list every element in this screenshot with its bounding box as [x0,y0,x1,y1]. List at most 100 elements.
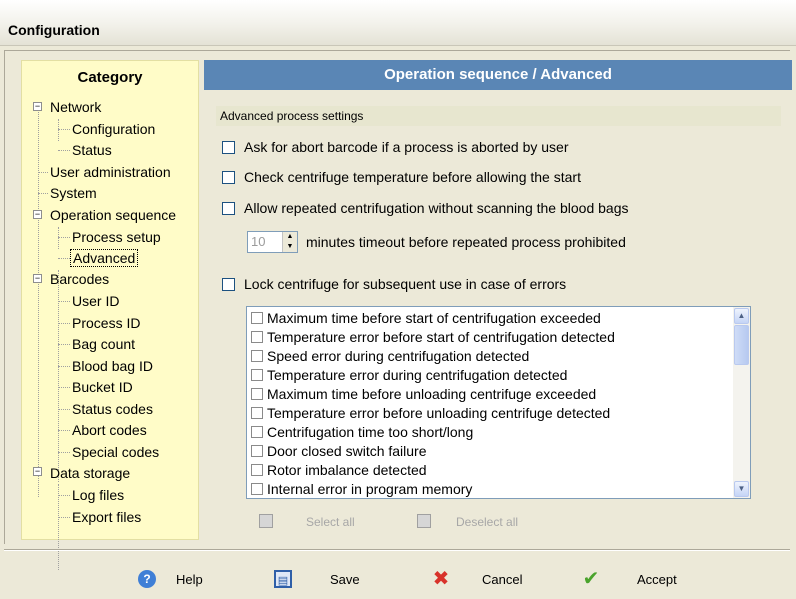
list-item-checkbox[interactable] [251,407,263,419]
scrollbar-thumb[interactable] [734,325,749,365]
section-header: Advanced process settings [216,106,781,126]
spin-down-icon[interactable]: ▼ [283,242,297,252]
list-item-label: Speed error during centrifugation detect… [267,348,530,364]
save-label: Save [330,572,360,587]
error-conditions-list[interactable]: Maximum time before start of centrifugat… [246,306,751,499]
list-item-label: Temperature error during centrifugation … [267,367,568,383]
sidebar-item-process-setup[interactable]: Process setup [70,227,163,247]
list-item-checkbox[interactable] [251,388,263,400]
page-title: Operation sequence / Advanced [204,60,792,90]
sidebar-item-system[interactable]: System [48,183,99,203]
tree-line [58,258,70,259]
list-item-label: Temperature error before unloading centr… [267,405,611,421]
list-item[interactable]: Maximum time before unloading centrifuge… [251,385,596,403]
sidebar-item-barcodes[interactable]: Barcodes [48,269,111,289]
abort-barcode-checkbox[interactable] [222,141,235,154]
list-item-label: Temperature error before start of centri… [267,329,615,345]
sidebar-item-label: Process ID [72,315,141,331]
check-icon: ✔ [582,568,600,590]
collapse-barcodes-icon[interactable]: − [33,274,42,283]
sidebar-item-export-files[interactable]: Export files [70,507,143,527]
sidebar-item-label: Process setup [72,229,161,245]
list-item-label: Maximum time before unloading centrifuge… [267,386,597,402]
tree-line [58,237,70,238]
sidebar-item-label: Export files [72,509,142,525]
repeated-centrifugation-checkbox[interactable] [222,202,235,215]
sidebar-item-bucket-id[interactable]: Bucket ID [70,377,135,397]
help-button[interactable]: ? Help [138,566,208,594]
deselect-all-icon [417,514,431,528]
list-item-checkbox[interactable] [251,369,263,381]
help-label: Help [176,572,203,587]
sidebar-item-process-id[interactable]: Process ID [70,313,142,333]
sidebar-item-blood-bag-id[interactable]: Blood bag ID [70,356,155,376]
list-item-checkbox[interactable] [251,331,263,343]
tree-line [58,484,59,570]
sidebar-item-label: Network [50,99,102,115]
list-item[interactable]: Temperature error before unloading centr… [251,404,610,422]
sidebar-item-operation-sequence[interactable]: Operation sequence [48,205,178,225]
accept-label: Accept [637,572,677,587]
sidebar-item-label: User ID [72,293,120,309]
sidebar-item-abort-codes[interactable]: Abort codes [70,420,149,440]
list-item[interactable]: Centrifugation time too short/long [251,423,473,441]
tree-line [58,344,70,345]
sidebar-item-special-codes[interactable]: Special codes [70,442,161,462]
collapse-network-icon[interactable]: − [33,102,42,111]
cancel-label: Cancel [482,572,523,587]
sidebar-item-label: Log files [72,487,125,503]
list-item[interactable]: Rotor imbalance detected [251,461,427,479]
list-item[interactable]: Door closed switch failure [251,442,427,460]
sidebar-item-user-id[interactable]: User ID [70,291,121,311]
list-item-checkbox[interactable] [251,312,263,324]
sidebar-item-data-storage[interactable]: Data storage [48,463,132,483]
category-sidebar: Category − − − − Network Configuration S… [21,60,199,570]
scroll-up-icon[interactable]: ▲ [734,308,749,324]
tree-line [38,172,48,173]
accept-button[interactable]: ✔ Accept [582,566,682,594]
sidebar-item-label: Bag count [72,336,136,352]
list-item-checkbox[interactable] [251,483,263,495]
collapse-operation-sequence-icon[interactable]: − [33,210,42,219]
timeout-spinner[interactable]: 10 ▲ ▼ [247,231,298,253]
sidebar-item-label: Configuration [72,121,156,137]
sidebar-item-user-administration[interactable]: User administration [48,162,173,182]
list-item-checkbox[interactable] [251,426,263,438]
sidebar-item-network[interactable]: Network [48,97,103,117]
sidebar-item-label: Bucket ID [72,379,133,395]
sidebar-item-label: Status codes [72,401,153,417]
list-item-checkbox[interactable] [251,464,263,476]
sidebar-item-network-status[interactable]: Status [70,140,114,160]
list-item[interactable]: Speed error during centrifugation detect… [251,347,529,365]
list-item[interactable]: Maximum time before start of centrifugat… [251,309,601,327]
select-all-button[interactable]: Select all [306,515,355,529]
lock-centrifuge-checkbox[interactable] [222,278,235,291]
check-temperature-checkbox[interactable] [222,171,235,184]
spinner-arrows[interactable]: ▲ ▼ [282,232,297,252]
sidebar-item-bag-count[interactable]: Bag count [70,334,137,354]
window-title: Configuration [8,22,100,38]
list-item[interactable]: Internal error in program memory [251,480,472,498]
tree-line [58,119,59,141]
sidebar-item-network-configuration[interactable]: Configuration [70,119,157,139]
deselect-all-button[interactable]: Deselect all [456,515,518,529]
list-scrollbar[interactable]: ▲ ▼ [733,307,750,498]
list-item-checkbox[interactable] [251,350,263,362]
list-item-checkbox[interactable] [251,445,263,457]
scroll-down-icon[interactable]: ▼ [734,481,749,497]
list-item[interactable]: Temperature error before start of centri… [251,328,615,346]
sidebar-item-status-codes[interactable]: Status codes [70,399,155,419]
sidebar-item-label: Abort codes [72,422,147,438]
spin-up-icon[interactable]: ▲ [283,232,297,242]
collapse-data-storage-icon[interactable]: − [33,467,42,476]
list-item[interactable]: Temperature error during centrifugation … [251,366,567,384]
save-button[interactable]: ▤ Save [274,566,364,594]
configuration-window: Configuration Category − − − − Network C… [0,0,796,599]
sidebar-item-log-files[interactable]: Log files [70,485,126,505]
sidebar-item-label: User administration [50,164,171,180]
sidebar-item-advanced[interactable]: Advanced [70,248,139,268]
cancel-button[interactable]: ✖ Cancel [432,566,523,594]
sidebar-item-label: Special codes [72,444,160,460]
category-title: Category [77,69,143,86]
tree-line [58,366,70,367]
